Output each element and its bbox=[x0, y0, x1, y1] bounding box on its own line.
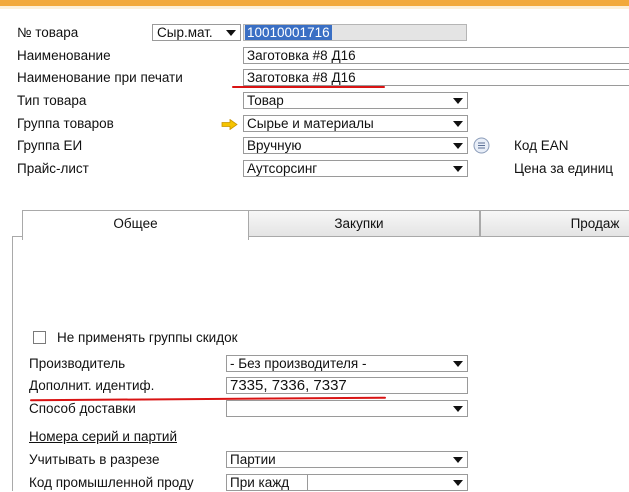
tab-purchasing-label: Закупки bbox=[334, 216, 384, 231]
item-no-label: № товара bbox=[17, 25, 79, 40]
tab-purchasing[interactable]: Закупки bbox=[238, 210, 480, 237]
price-list-value: Аутсорсинг bbox=[247, 161, 318, 176]
field-divider bbox=[307, 475, 308, 490]
red-underline-annotation bbox=[232, 86, 385, 88]
shipping-select[interactable] bbox=[226, 400, 468, 417]
tab-sales[interactable]: Продаж bbox=[480, 210, 629, 237]
print-name-label: Наименование при печати bbox=[17, 70, 183, 85]
manufacturer-label: Производитель bbox=[29, 356, 126, 371]
chevron-down-icon bbox=[453, 166, 463, 172]
ean-label: Код EAN bbox=[514, 138, 569, 153]
chevron-down-icon bbox=[453, 143, 463, 149]
price-list-label: Прайс-лист bbox=[17, 161, 89, 176]
tab-general[interactable]: Общее bbox=[22, 210, 249, 240]
chevron-down-icon bbox=[453, 121, 463, 127]
chevron-down-icon bbox=[453, 98, 463, 104]
window-top-border-shade bbox=[0, 6, 629, 9]
price-list-select[interactable]: Аутсорсинг bbox=[243, 160, 468, 177]
tab-sales-label: Продаж bbox=[570, 216, 620, 231]
manage-by-select[interactable]: Партии bbox=[226, 451, 468, 468]
link-arrow-icon[interactable] bbox=[221, 119, 239, 130]
chevron-down-icon bbox=[453, 361, 463, 367]
item-group-select[interactable]: Сырье и материалы bbox=[243, 115, 468, 132]
industry-code-value: При кажд bbox=[230, 475, 290, 490]
print-name-field[interactable]: Заготовка #8 Д16 bbox=[243, 69, 629, 86]
item-group-value: Сырье и материалы bbox=[247, 116, 374, 131]
no-discount-label: Не применять группы скидок bbox=[57, 330, 238, 345]
additional-id-field[interactable]: 7335, 7336, 7337 bbox=[226, 377, 468, 394]
item-no-value: 10010001716 bbox=[245, 25, 332, 40]
name-label: Наименование bbox=[17, 48, 111, 63]
unit-price-label: Цена за единиц bbox=[514, 161, 614, 176]
name-field[interactable]: Заготовка #8 Д16 bbox=[243, 47, 629, 64]
chevron-down-icon bbox=[453, 480, 463, 486]
industry-code-select[interactable]: При кажд bbox=[226, 474, 468, 491]
item-no-series-value: Сыр.мат. bbox=[157, 25, 213, 40]
manage-by-label: Учитывать в разрезе bbox=[29, 452, 160, 467]
serials-batches-link[interactable]: Номера серий и партий bbox=[29, 428, 177, 446]
item-type-value: Товар bbox=[247, 93, 284, 108]
item-no-series-select[interactable]: Сыр.мат. bbox=[152, 24, 241, 41]
chevron-down-icon bbox=[453, 406, 463, 412]
manufacturer-value: - Без производителя - bbox=[230, 356, 367, 371]
item-no-field[interactable]: 10010001716 bbox=[243, 24, 467, 41]
uom-group-label: Группа ЕИ bbox=[17, 138, 83, 153]
tab-general-label: Общее bbox=[113, 216, 158, 231]
item-group-label: Группа товаров bbox=[17, 116, 114, 131]
uom-group-value: Вручную bbox=[247, 138, 302, 153]
item-type-select[interactable]: Товар bbox=[243, 92, 468, 109]
print-name-value: Заготовка #8 Д16 bbox=[247, 70, 356, 85]
additional-id-value: 7335, 7336, 7337 bbox=[230, 377, 347, 394]
manufacturer-select[interactable]: - Без производителя - bbox=[226, 355, 468, 372]
industry-code-label: Код промышленной проду bbox=[29, 475, 194, 490]
manage-by-value: Партии bbox=[230, 452, 276, 467]
chevron-down-icon bbox=[453, 457, 463, 463]
name-value: Заготовка #8 Д16 bbox=[247, 48, 356, 63]
item-type-label: Тип товара bbox=[17, 93, 87, 108]
chevron-down-icon bbox=[226, 30, 236, 36]
additional-id-label: Дополнит. идентиф. bbox=[29, 378, 155, 393]
shipping-label: Способ доставки bbox=[29, 401, 136, 416]
list-details-icon[interactable] bbox=[473, 137, 490, 154]
uom-group-select[interactable]: Вручную bbox=[243, 137, 468, 154]
no-discount-checkbox[interactable] bbox=[33, 331, 46, 344]
